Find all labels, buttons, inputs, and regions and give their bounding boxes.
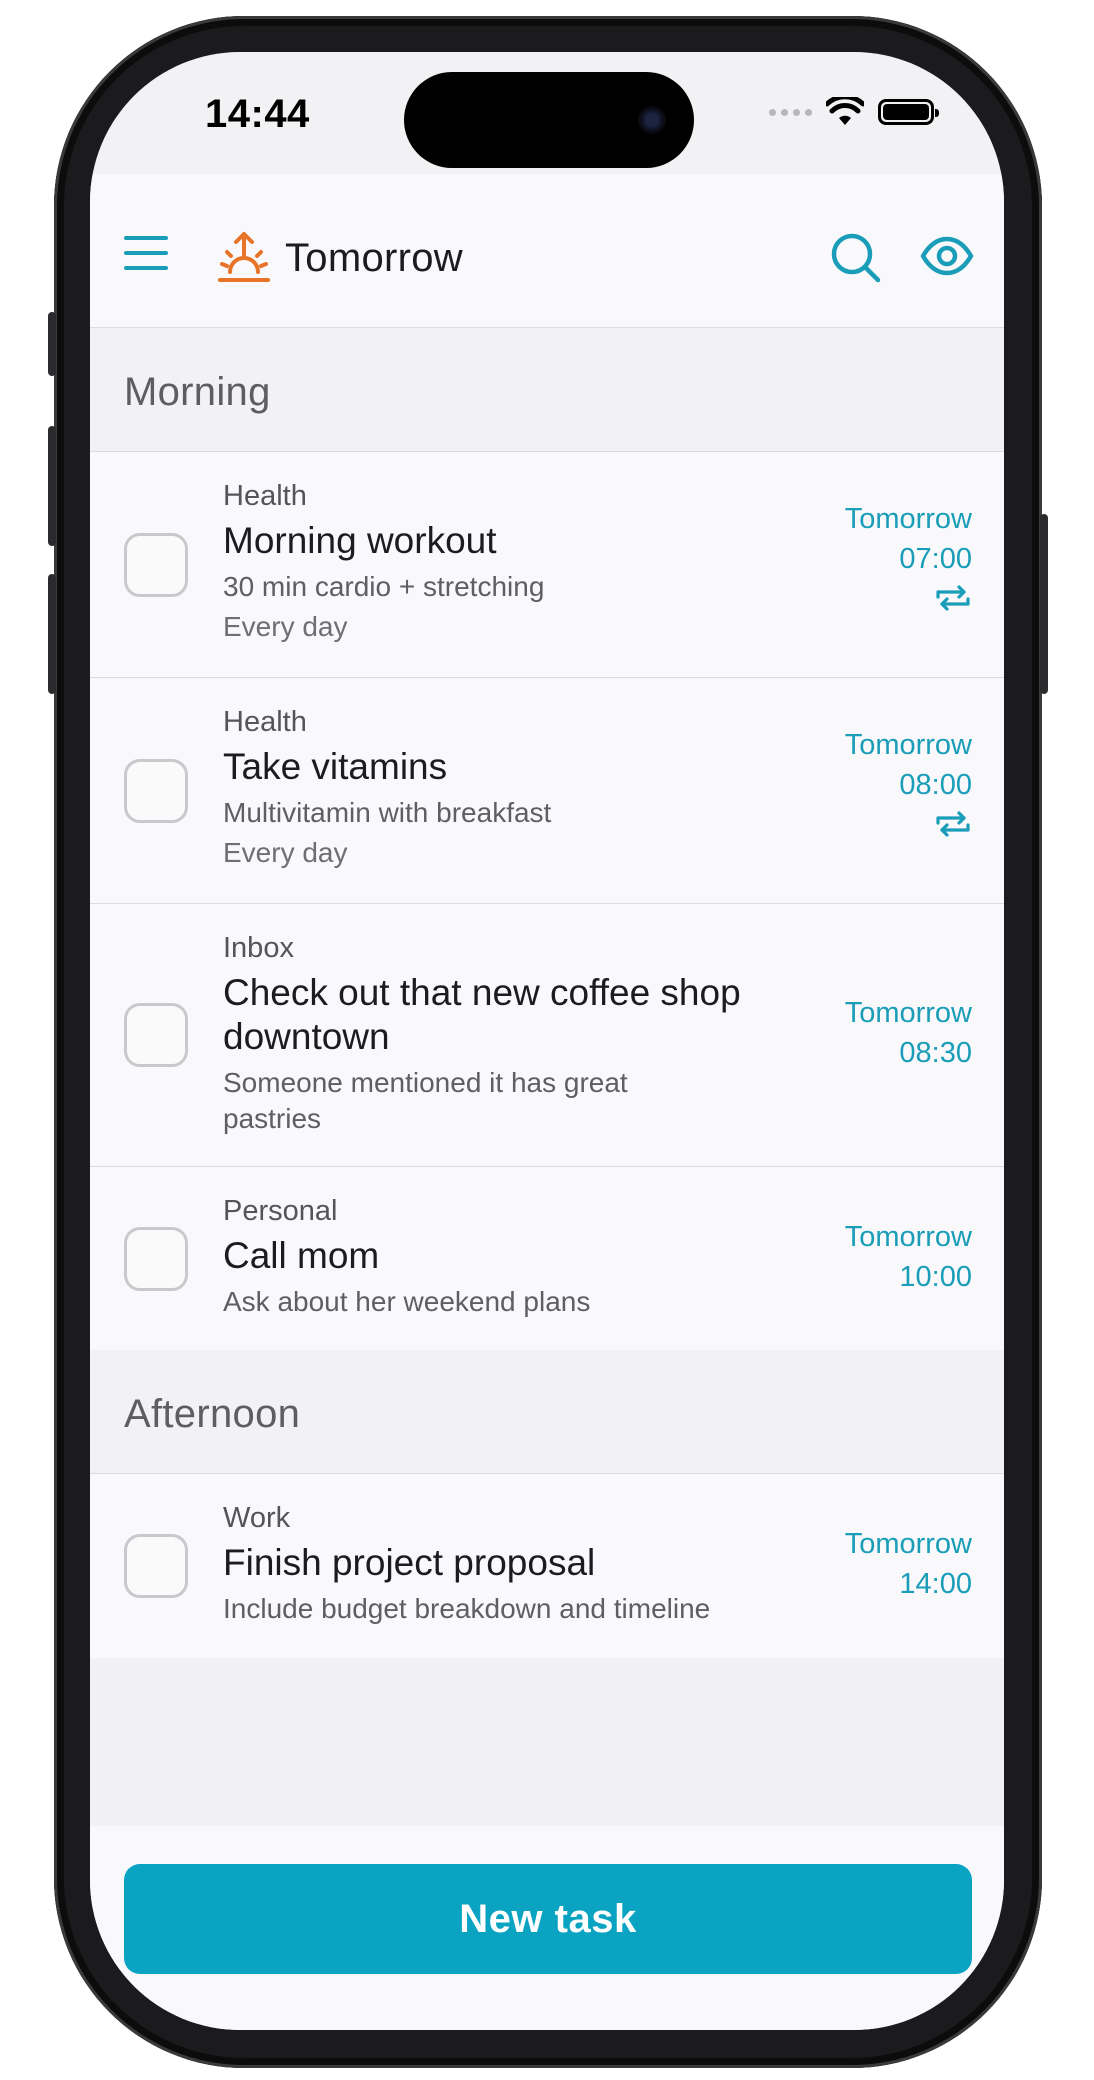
task-description: Multivitamin with breakfast xyxy=(223,797,552,828)
task-checkbox[interactable] xyxy=(124,1003,188,1067)
task-row[interactable]: Health Take vitamins Multivitamin with b… xyxy=(90,678,1004,904)
task-row[interactable]: Work Finish project proposal Include bud… xyxy=(90,1474,1004,1658)
volume-up-button xyxy=(48,426,56,546)
status-time: 14:44 xyxy=(205,92,310,136)
camera-icon xyxy=(638,106,666,134)
wifi-icon xyxy=(826,97,864,125)
task-due: Tomorrow 07:00 xyxy=(845,499,972,624)
power-button xyxy=(1040,514,1048,694)
task-due: Tomorrow 08:30 xyxy=(845,993,972,1073)
task-due-date: Tomorrow xyxy=(844,1220,972,1253)
task-category: Inbox xyxy=(223,932,294,964)
app-header: Tomorrow xyxy=(90,174,1004,328)
eye-icon[interactable] xyxy=(920,236,974,276)
task-due: Tomorrow 10:00 xyxy=(845,1217,972,1297)
task-due: Tomorrow 14:00 xyxy=(845,1524,972,1604)
task-due-time: 07:00 xyxy=(899,542,972,575)
task-due: Tomorrow 08:00 xyxy=(845,725,972,850)
task-description: Include budget breakdown and timeline xyxy=(223,1593,711,1624)
bottom-bar: New task xyxy=(90,1826,1004,2030)
page-title: Tomorrow xyxy=(285,236,463,280)
task-row[interactable]: Health Morning workout 30 min cardio + s… xyxy=(90,452,1004,678)
task-checkbox[interactable] xyxy=(124,758,188,823)
status-indicators xyxy=(769,97,939,127)
repeat-icon xyxy=(936,584,970,611)
task-title: Take vitamins xyxy=(223,746,448,787)
section-header-morning: Morning xyxy=(90,328,1004,452)
volume-down-button xyxy=(48,574,56,694)
task-repeat-text: Every day xyxy=(223,611,348,642)
screen: 14:44 Tomorrow Morning Health Morning wo… xyxy=(90,52,1004,2030)
battery-icon xyxy=(878,99,939,125)
task-due-date: Tomorrow xyxy=(844,1528,972,1560)
task-due-time: 08:00 xyxy=(899,768,972,801)
task-title: Morning workout xyxy=(223,520,497,561)
repeat-icon xyxy=(936,810,970,837)
task-category: Health xyxy=(223,480,307,512)
task-row[interactable]: Inbox Check out that new coffee shop dow… xyxy=(90,904,1004,1167)
task-description: 30 min cardio + stretching xyxy=(223,571,545,602)
task-title: Call mom xyxy=(223,1235,380,1276)
action-button xyxy=(48,312,56,376)
search-icon[interactable] xyxy=(830,232,882,284)
task-due-time: 10:00 xyxy=(899,1260,972,1293)
task-category: Personal xyxy=(223,1195,338,1227)
task-title: Check out that new coffee shop downtown xyxy=(223,972,741,1057)
section-header-afternoon: Afternoon xyxy=(90,1350,1004,1474)
dynamic-island xyxy=(404,72,694,168)
task-due-date: Tomorrow xyxy=(844,728,972,761)
task-checkbox[interactable] xyxy=(124,1226,188,1291)
task-checkbox[interactable] xyxy=(124,1534,188,1598)
cellular-signal-icon xyxy=(769,108,812,116)
task-row[interactable]: Personal Call mom Ask about her weekend … xyxy=(90,1167,1004,1350)
task-due-time: 14:00 xyxy=(899,1568,972,1600)
task-repeat-text: Every day xyxy=(223,837,348,868)
task-category: Health xyxy=(223,706,307,738)
task-description: Ask about her weekend plans xyxy=(223,1286,591,1317)
task-title: Finish project proposal xyxy=(223,1542,596,1583)
task-due-date: Tomorrow xyxy=(844,997,972,1029)
task-description: Someone mentioned it has great pastries xyxy=(223,1067,628,1134)
new-task-button[interactable]: New task xyxy=(124,1864,972,1974)
task-due-date: Tomorrow xyxy=(844,502,972,535)
task-checkbox[interactable] xyxy=(124,532,188,597)
task-category: Work xyxy=(223,1502,291,1534)
task-due-time: 08:30 xyxy=(899,1037,972,1069)
menu-icon[interactable] xyxy=(124,236,168,276)
task-list: Morning Health Morning workout 30 min ca… xyxy=(90,328,1004,1872)
sunrise-icon xyxy=(218,232,270,282)
